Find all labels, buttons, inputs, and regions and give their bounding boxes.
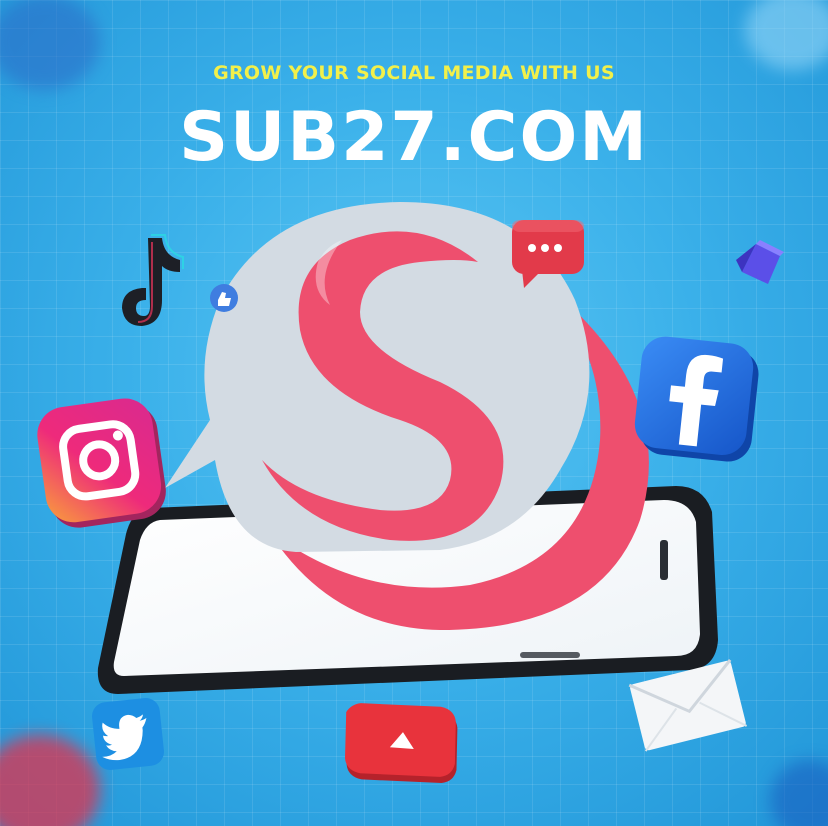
illustration — [37, 202, 784, 783]
facebook-icon — [634, 336, 759, 462]
youtube-icon — [345, 703, 458, 783]
envelope-icon — [628, 659, 748, 752]
twitter-icon — [92, 698, 164, 770]
cube-icon — [736, 240, 784, 284]
tiktok-icon — [122, 234, 184, 326]
instagram-icon — [37, 398, 166, 528]
like-thumb-icon — [210, 284, 238, 312]
promo-banner: GROW YOUR SOCIAL MEDIA WITH US SUB27.COM — [0, 0, 828, 826]
